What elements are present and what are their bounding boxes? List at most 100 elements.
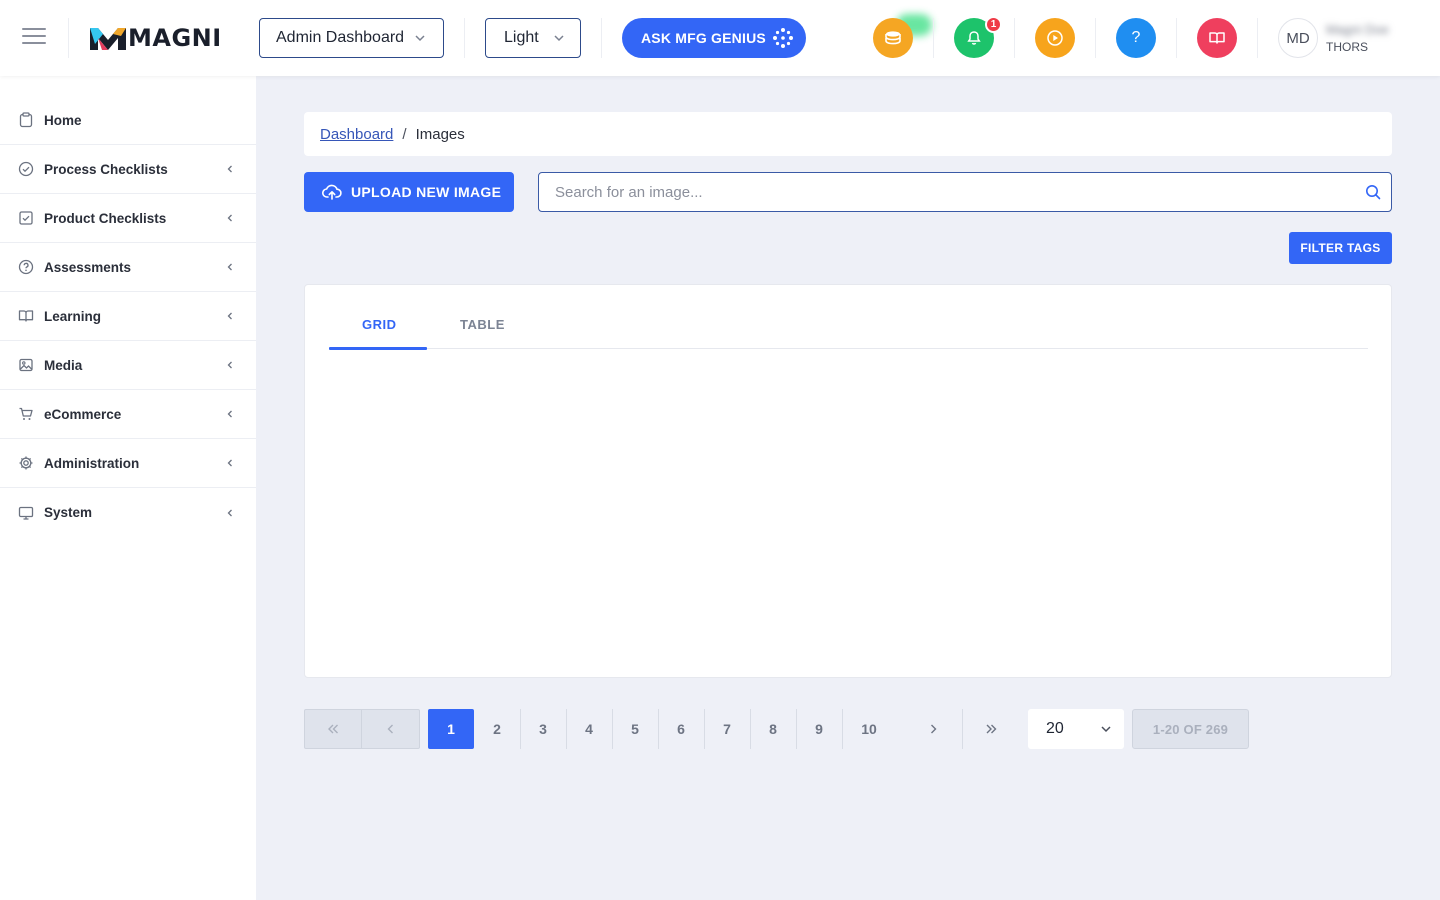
tab-table[interactable]: TABLE	[460, 317, 505, 332]
chevron-down-icon	[554, 35, 564, 42]
cloud-upload-icon	[322, 184, 342, 200]
logo-text: MAGNI	[128, 24, 222, 52]
cart-icon	[19, 407, 33, 420]
chevron-left-icon	[227, 263, 232, 271]
coins-icon	[885, 31, 901, 45]
previous-page-button[interactable]	[361, 709, 420, 749]
clipboard-icon	[19, 112, 33, 128]
sidebar-item-label: eCommerce	[44, 406, 122, 422]
header-divider	[1257, 18, 1258, 58]
breadcrumb-current: Images	[415, 125, 465, 143]
sidebar: Home Process Checklists Product Checklis…	[0, 76, 256, 900]
page-button-3[interactable]: 3	[520, 709, 566, 749]
sidebar-item-system[interactable]: System	[0, 488, 256, 537]
filter-tags-button[interactable]: FILTER TAGS	[1289, 232, 1392, 264]
guide-book-button[interactable]	[1197, 18, 1237, 58]
coins-button[interactable]	[873, 18, 913, 58]
sidebar-item-home[interactable]: Home	[0, 96, 256, 145]
chevron-left-icon	[387, 724, 393, 734]
question-circle-icon	[18, 259, 34, 275]
theme-select[interactable]: Light	[485, 18, 581, 58]
page-button-1[interactable]: 1	[428, 709, 474, 749]
sidebar-item-assessments[interactable]: Assessments	[0, 243, 256, 292]
notifications-button[interactable]: 1	[954, 16, 1002, 58]
header-divider	[1095, 18, 1096, 58]
dashboard-select-value: Admin Dashboard	[276, 29, 405, 46]
sidebar-item-label: Assessments	[44, 259, 132, 275]
tab-grid[interactable]: GRID	[362, 317, 397, 332]
first-page-button[interactable]	[304, 709, 362, 749]
header-divider	[464, 18, 465, 58]
sidebar-item-label: System	[44, 505, 93, 520]
page-button-7[interactable]: 7	[704, 709, 750, 749]
page-button-8[interactable]: 8	[750, 709, 796, 749]
play-circle-icon	[1047, 30, 1063, 46]
monitor-icon	[18, 506, 34, 520]
ask-mfg-genius-button[interactable]: ASK MFG GENIUS	[622, 18, 806, 58]
breadcrumb-separator: /	[402, 125, 407, 143]
question-mark-icon: ?	[1131, 29, 1141, 46]
page-button-9[interactable]: 9	[796, 709, 842, 749]
sidebar-item-administration[interactable]: Administration	[0, 439, 256, 488]
chevron-left-icon	[227, 410, 232, 418]
chevron-down-icon	[1101, 726, 1111, 733]
header-divider	[68, 18, 69, 58]
chevron-right-icon	[931, 724, 937, 734]
sidebar-item-product-checklists[interactable]: Product Checklists	[0, 194, 256, 243]
chevron-down-icon	[415, 35, 425, 42]
menu-toggle-icon[interactable]	[22, 28, 46, 48]
chevron-left-icon	[227, 165, 232, 173]
user-organization: THORS	[1326, 40, 1368, 54]
sidebar-item-ecommerce[interactable]: eCommerce	[0, 390, 256, 439]
sidebar-item-label: Learning	[44, 308, 102, 324]
help-button[interactable]: ?	[1116, 18, 1156, 58]
chevron-left-icon	[227, 509, 232, 516]
check-circle-icon	[18, 161, 34, 177]
page-divider	[962, 709, 963, 749]
user-avatar[interactable]: MD	[1278, 18, 1318, 58]
last-page-button[interactable]	[966, 709, 1016, 749]
sidebar-item-learning[interactable]: Learning	[0, 292, 256, 341]
logo[interactable]: MAGNI	[90, 22, 222, 54]
search-icon[interactable]	[1365, 184, 1381, 200]
sparkle-icon	[772, 28, 793, 48]
sidebar-item-label: Media	[44, 357, 83, 373]
page-button-5[interactable]: 5	[612, 709, 658, 749]
per-page-value: 20	[1046, 720, 1064, 737]
notification-badge: 1	[985, 16, 1002, 33]
image-search-box	[538, 172, 1392, 212]
check-square-icon	[19, 211, 33, 225]
open-book-icon	[1209, 32, 1225, 44]
breadcrumb-dashboard-link[interactable]: Dashboard	[320, 126, 393, 143]
bell-icon	[967, 31, 981, 45]
chevron-left-icon	[227, 312, 232, 320]
header-divider	[933, 18, 934, 58]
page-button-10[interactable]: 10	[842, 709, 896, 749]
logo-mark-icon	[90, 28, 126, 50]
page-button-4[interactable]: 4	[566, 709, 612, 749]
sidebar-item-label: Process Checklists	[44, 161, 168, 177]
tabs-divider	[329, 348, 1368, 349]
page-button-2[interactable]: 2	[474, 709, 520, 749]
active-tab-indicator	[329, 347, 427, 350]
breadcrumb: Dashboard / Images	[304, 112, 1392, 156]
sidebar-item-label: Home	[44, 112, 82, 128]
dashboard-select[interactable]: Admin Dashboard	[259, 18, 444, 58]
results-range: 1-20 OF 269	[1132, 709, 1249, 749]
page-button-6[interactable]: 6	[658, 709, 704, 749]
sidebar-item-media[interactable]: Media	[0, 341, 256, 390]
image-search-input[interactable]	[539, 173, 1339, 211]
upload-new-image-button[interactable]: UPLOAD NEW IMAGE	[304, 172, 514, 212]
double-chevron-left-icon	[328, 724, 338, 734]
next-page-button[interactable]	[910, 709, 956, 749]
header-divider	[601, 18, 602, 58]
user-name[interactable]: Magni Doe	[1326, 22, 1404, 38]
play-tutorial-button[interactable]	[1035, 18, 1075, 58]
sidebar-item-process-checklists[interactable]: Process Checklists	[0, 145, 256, 194]
double-chevron-right-icon	[986, 724, 997, 734]
upload-new-image-label: UPLOAD NEW IMAGE	[351, 184, 502, 200]
theme-select-value: Light	[504, 29, 539, 46]
chevron-left-icon	[227, 361, 232, 369]
header-divider	[1014, 18, 1015, 58]
per-page-select[interactable]: 20	[1028, 709, 1124, 749]
